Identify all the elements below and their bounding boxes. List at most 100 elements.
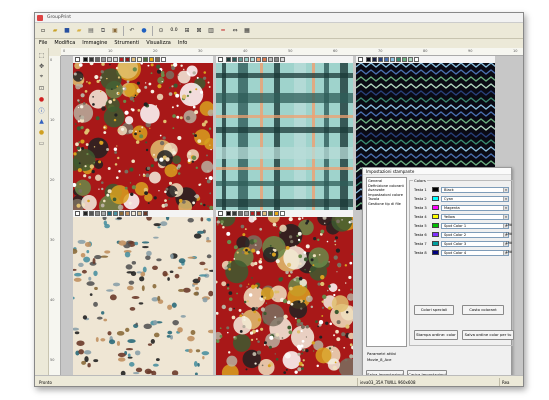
palette-swatch[interactable] bbox=[244, 211, 249, 216]
palette-swatch[interactable] bbox=[268, 57, 273, 62]
palette-swatch[interactable] bbox=[125, 57, 130, 62]
floral-red-design[interactable] bbox=[73, 63, 213, 210]
palette-swatch[interactable] bbox=[250, 57, 255, 62]
brush-tool-icon[interactable]: ● bbox=[37, 128, 46, 136]
select-tool-icon[interactable]: ⬚ bbox=[37, 51, 46, 59]
palette-icon[interactable] bbox=[218, 57, 223, 62]
palette-swatch[interactable] bbox=[83, 211, 88, 216]
save-color-order-button[interactable]: Salva ordine color per tu bbox=[462, 330, 514, 340]
palette-swatch[interactable] bbox=[262, 211, 267, 216]
palette-swatch[interactable] bbox=[238, 211, 243, 216]
palette-swatch[interactable] bbox=[107, 57, 112, 62]
new-icon[interactable]: ▫ bbox=[38, 26, 48, 36]
palette-swatch[interactable] bbox=[226, 57, 231, 62]
palette-swatch[interactable] bbox=[378, 57, 383, 62]
palette-strip-plaid[interactable] bbox=[216, 56, 353, 63]
palette-swatch[interactable] bbox=[384, 57, 389, 62]
menu-immagine[interactable]: Immagine bbox=[82, 39, 107, 48]
tool-d-icon[interactable]: ━ bbox=[218, 26, 228, 36]
save-icon[interactable]: ■ bbox=[62, 26, 72, 36]
palette-swatch[interactable] bbox=[137, 211, 142, 216]
stop-tool-icon[interactable]: ● bbox=[37, 95, 46, 103]
folder-icon[interactable]: ▰ bbox=[74, 26, 84, 36]
head-color-select[interactable]: Cyan ▾ bbox=[441, 195, 509, 202]
tool-c-icon[interactable]: ▥ bbox=[206, 26, 216, 36]
grid-icon[interactable]: ▦ bbox=[242, 26, 252, 36]
move-tool-icon[interactable]: ✥ bbox=[37, 62, 46, 70]
palette-swatch[interactable] bbox=[89, 211, 94, 216]
palette-strip-paisley[interactable] bbox=[73, 210, 213, 217]
palette-swatch[interactable] bbox=[238, 57, 243, 62]
head-color-select[interactable]: Spot Color 1 ▾ bbox=[441, 222, 509, 229]
palette-swatch[interactable] bbox=[113, 211, 118, 216]
palette-swatch[interactable] bbox=[143, 211, 148, 216]
globe-icon[interactable]: ● bbox=[139, 26, 149, 36]
menu-strumenti[interactable]: Strumenti bbox=[114, 39, 139, 48]
palette-swatch[interactable] bbox=[155, 57, 160, 62]
palette-swatch[interactable] bbox=[113, 57, 118, 62]
palette-swatch[interactable] bbox=[280, 211, 285, 216]
palette-swatch[interactable] bbox=[107, 211, 112, 216]
open-icon[interactable]: ▰ bbox=[50, 26, 60, 36]
plaid-teal-design[interactable] bbox=[216, 63, 353, 210]
palette-swatch[interactable] bbox=[372, 57, 377, 62]
palette-swatch[interactable] bbox=[268, 211, 273, 216]
palette-swatch[interactable] bbox=[396, 57, 401, 62]
head-color-select[interactable]: Yellow ▾ bbox=[441, 213, 509, 220]
tool-b-icon[interactable]: ⊠ bbox=[194, 26, 204, 36]
palette-swatch[interactable] bbox=[89, 57, 94, 62]
head-color-select[interactable]: Spot Color 4 ▾ bbox=[441, 249, 509, 256]
special-colors-button[interactable]: Colori speciali bbox=[414, 305, 454, 315]
print-icon[interactable]: ▤ bbox=[86, 26, 96, 36]
palette-icon[interactable] bbox=[358, 57, 363, 62]
tool-a-icon[interactable]: ⊞ bbox=[182, 26, 192, 36]
menu-visualizza[interactable]: Visualizza bbox=[146, 39, 171, 48]
print-color-order-button[interactable]: Stampa ordine: color bbox=[414, 330, 458, 340]
palette-swatch[interactable] bbox=[95, 211, 100, 216]
head-color-select[interactable]: Magenta ▾ bbox=[441, 204, 509, 211]
palette-swatch[interactable] bbox=[244, 57, 249, 62]
palette-swatch[interactable] bbox=[101, 211, 106, 216]
palette-swatch[interactable] bbox=[143, 57, 148, 62]
palette-swatch[interactable] bbox=[226, 211, 231, 216]
settings-section-list[interactable]: General Definizione colorant Avanzate Im… bbox=[366, 177, 407, 347]
palette-swatch[interactable] bbox=[262, 57, 267, 62]
menu-info[interactable]: Info bbox=[178, 39, 187, 48]
zoom-icon[interactable]: ⊙ bbox=[156, 26, 166, 36]
section-item[interactable]: Gestione tip di file bbox=[368, 202, 405, 207]
paste-icon[interactable]: ▣ bbox=[110, 26, 120, 36]
palette-swatch[interactable] bbox=[232, 211, 237, 216]
chevron-down-icon[interactable]: ▾ bbox=[503, 196, 508, 201]
palette-swatch[interactable] bbox=[119, 211, 124, 216]
zoom-label[interactable]: 0.0 bbox=[168, 26, 180, 36]
palette-strip-floral-2[interactable] bbox=[216, 210, 353, 217]
palette-strip-floral[interactable] bbox=[73, 56, 213, 63]
palette-swatch[interactable] bbox=[414, 57, 419, 62]
head-color-select[interactable]: Spot Color 2 ▾ bbox=[441, 231, 509, 238]
palette-swatch[interactable] bbox=[95, 57, 100, 62]
palette-swatch[interactable] bbox=[256, 211, 261, 216]
palette-swatch[interactable] bbox=[232, 57, 237, 62]
palette-swatch[interactable] bbox=[256, 57, 261, 62]
crop-tool-icon[interactable]: ⊡ bbox=[37, 84, 46, 92]
palette-swatch[interactable] bbox=[149, 57, 154, 62]
palette-swatch[interactable] bbox=[250, 211, 255, 216]
palette-strip-zigzag[interactable] bbox=[356, 56, 495, 63]
palette-icon[interactable] bbox=[75, 57, 80, 62]
palette-swatch[interactable] bbox=[366, 57, 371, 62]
eraser-tool-icon[interactable]: ▭ bbox=[37, 139, 46, 147]
menu-modifica[interactable]: Modifica bbox=[54, 39, 75, 48]
tool-e-icon[interactable]: ⇔ bbox=[230, 26, 240, 36]
palette-swatch[interactable] bbox=[101, 57, 106, 62]
palette-swatch[interactable] bbox=[119, 57, 124, 62]
palette-swatch[interactable] bbox=[83, 57, 88, 62]
palette-swatch[interactable] bbox=[161, 57, 166, 62]
pick-tool-icon[interactable]: ⌖ bbox=[37, 73, 46, 81]
palette-swatch[interactable] bbox=[131, 211, 136, 216]
palette-swatch[interactable] bbox=[274, 211, 279, 216]
menu-file[interactable]: File bbox=[39, 39, 47, 48]
chevron-down-icon[interactable]: ▾ bbox=[503, 214, 508, 219]
palette-swatch[interactable] bbox=[408, 57, 413, 62]
palette-swatch[interactable] bbox=[280, 57, 285, 62]
copy-icon[interactable]: ⧉ bbox=[98, 26, 108, 36]
